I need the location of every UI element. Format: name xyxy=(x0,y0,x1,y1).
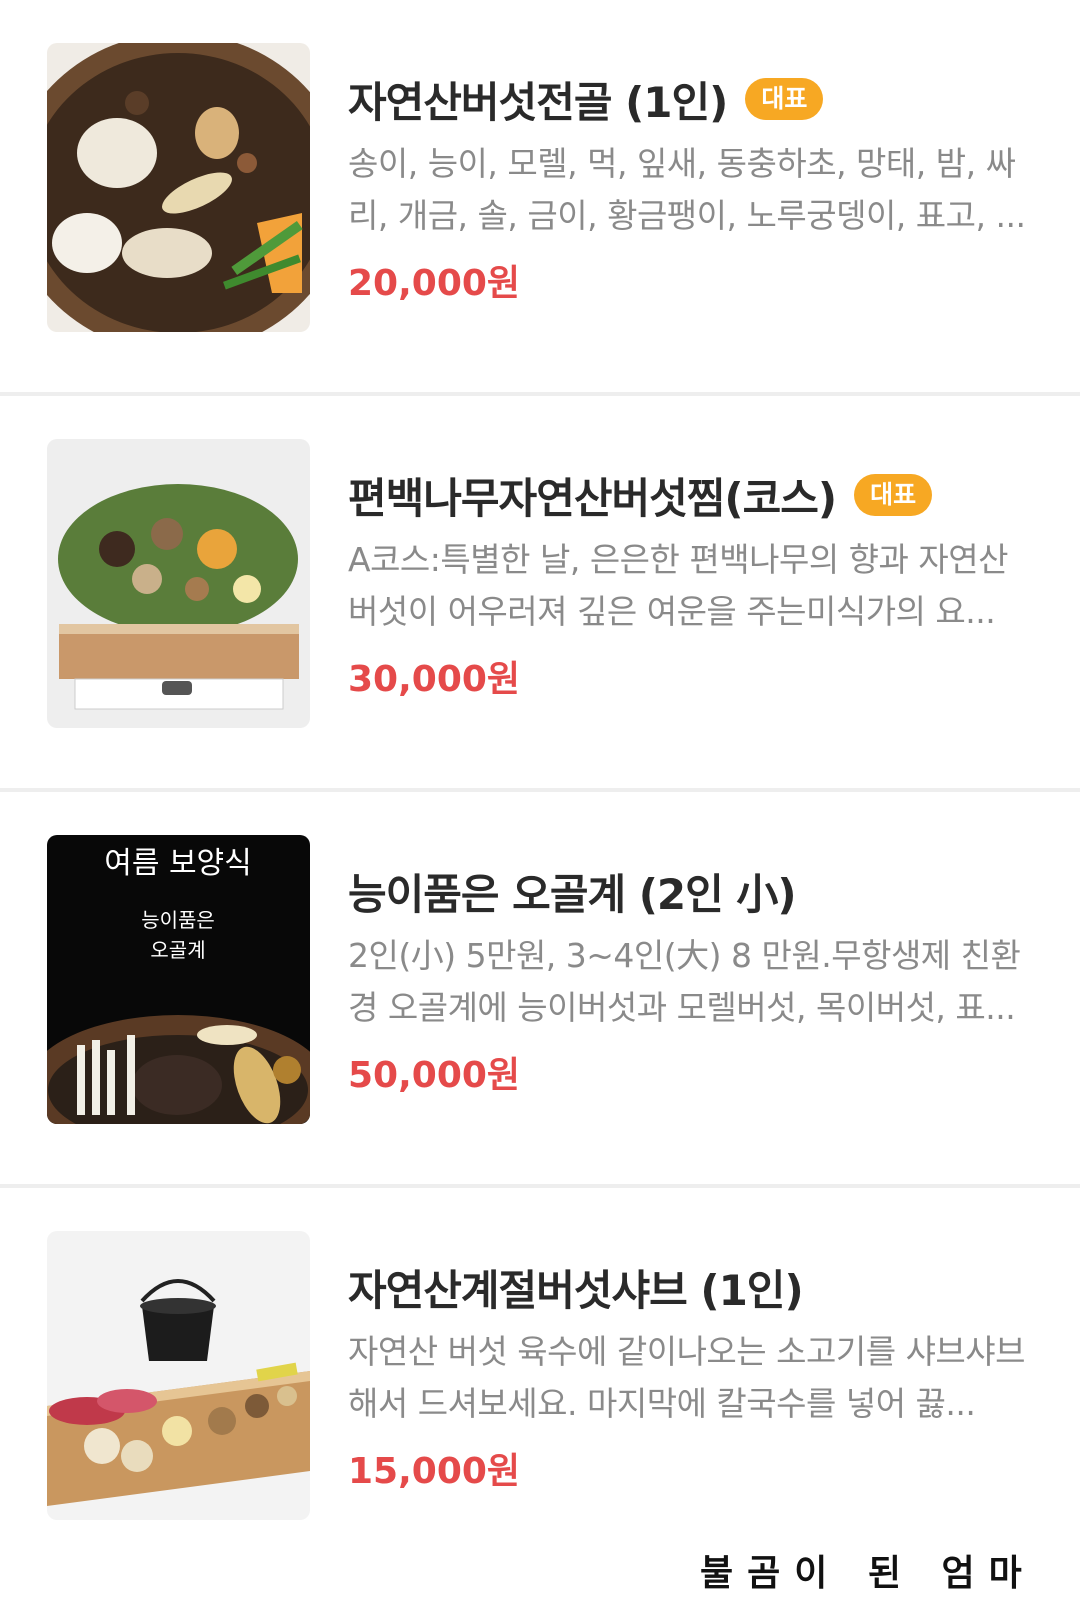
menu-item-price: 30,000원 xyxy=(348,659,521,700)
menu-item-name: 편백나무자연산버섯찜(코스) xyxy=(348,473,837,523)
menu-item-black-chicken[interactable]: 여름 보양식 능이품은 오골계 능이품은 오골계 (2인 小) 2인(小) 5만… xyxy=(0,792,1080,1188)
menu-item-title-row: 자연산계절버섯샤브 (1인) xyxy=(348,1258,804,1316)
watermark-text: 불곰이 된 엄마 xyxy=(700,1552,1036,1594)
menu-item-price: 20,000원 xyxy=(348,263,521,304)
menu-item-title-row: 자연산버섯전골 (1인) 대표 xyxy=(348,70,824,128)
menu-item-description: A코스:특별한 날, 은은한 편백나무의 향과 자연산 버섯이 어우러져 깊은 … xyxy=(348,540,1008,631)
menu-item-image xyxy=(47,439,310,728)
menu-item-price: 50,000원 xyxy=(348,1055,521,1096)
signature-badge: 대표 xyxy=(854,474,933,516)
menu-item-description: 2인(小) 5만원, 3~4인(大) 8 만원.무항생제 친환경 오골계에 능이… xyxy=(348,936,1021,1027)
menu-item-name: 자연산계절버섯샤브 (1인) xyxy=(348,1265,804,1315)
menu-item-description: 자연산 버섯 육수에 같이나오는 소고기를 샤브샤브 해서 드셔보세요. 마지막… xyxy=(348,1332,1026,1423)
menu-item-image xyxy=(47,43,310,332)
image-caption-line1: 능이품은 xyxy=(141,908,215,932)
menu-item-name: 자연산버섯전골 (1인) xyxy=(348,77,728,127)
menu-item-name: 능이품은 오골계 (2인 小) xyxy=(348,869,797,919)
image-caption-title: 여름 보양식 xyxy=(104,846,252,881)
menu-item-title-row: 능이품은 오골계 (2인 小) xyxy=(348,862,797,920)
signature-badge: 대표 xyxy=(745,78,824,120)
menu-item-mushroom-hotpot[interactable]: 자연산버섯전골 (1인) 대표 송이, 능이, 모렐, 먹, 잎새, 동충하초,… xyxy=(0,0,1080,396)
menu-item-price: 15,000원 xyxy=(348,1451,521,1492)
menu-item-title-row: 편백나무자연산버섯찜(코스) 대표 xyxy=(348,466,933,524)
menu-item-image: 여름 보양식 능이품은 오골계 xyxy=(47,835,310,1124)
menu-item-image xyxy=(47,1231,310,1520)
menu-item-mushroom-shabu[interactable]: 자연산계절버섯샤브 (1인) 자연산 버섯 육수에 같이나오는 소고기를 샤브샤… xyxy=(0,1188,1080,1584)
menu-item-description: 송이, 능이, 모렐, 먹, 잎새, 동충하초, 망태, 밤, 싸리, 개금, … xyxy=(348,144,1026,235)
image-caption-line2: 오골계 xyxy=(150,938,205,962)
menu-item-cypress-steamed-mushroom[interactable]: 편백나무자연산버섯찜(코스) 대표 A코스:특별한 날, 은은한 편백나무의 향… xyxy=(0,396,1080,792)
